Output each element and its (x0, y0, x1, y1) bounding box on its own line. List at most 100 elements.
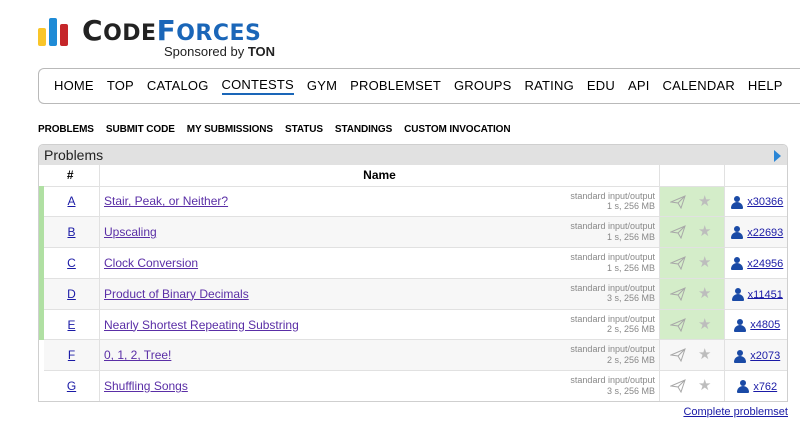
solved-count-cell: x762 (724, 370, 787, 401)
expand-arrow-icon[interactable] (774, 150, 781, 162)
problem-row: C Clock Conversion standard input/output 1 … (39, 247, 787, 279)
problem-name-cell: Nearly Shortest Repeating Substring stand… (99, 309, 660, 341)
problem-name-link[interactable]: Stair, Peak, or Neither? (104, 194, 228, 208)
user-icon (731, 257, 744, 271)
problem-actions-cell: ★ (659, 278, 725, 310)
problem-index-link[interactable]: G (67, 379, 76, 393)
user-icon (731, 287, 744, 301)
solved-count-link[interactable]: x24956 (747, 258, 783, 270)
problem-limits: standard input/output 3 s, 256 MB (570, 282, 655, 304)
user-icon (734, 349, 747, 363)
problem-row: G Shuffling Songs standard input/output 3 s… (41, 370, 787, 401)
solved-count-cell: x30366 (724, 186, 787, 218)
solved-count-link[interactable]: x30366 (747, 196, 783, 208)
problem-row: D Product of Binary Decimals standard inpu… (39, 278, 787, 310)
solved-count-link[interactable]: x2073 (750, 350, 780, 362)
solved-count-link[interactable]: x4805 (750, 319, 780, 331)
user-icon (734, 318, 747, 332)
problem-limits: standard input/output 1 s, 256 MB (570, 252, 655, 273)
problem-limits: standard input/output 2 s, 256 MB (570, 313, 655, 335)
submenu-item-submit-code[interactable]: SUBMIT CODE (106, 124, 175, 135)
solved-count-cell: x11451 (724, 278, 787, 310)
contest-submenu: PROBLEMS SUBMIT CODE MY SUBMISSIONS STATUS S… (38, 124, 522, 135)
problem-actions-cell: ★ (659, 186, 725, 218)
problem-index-link[interactable]: B (67, 225, 75, 239)
solved-count-link[interactable]: x22693 (747, 227, 783, 239)
problem-row: A Stair, Peak, or Neither? standard input/… (39, 186, 787, 218)
submit-plane-icon[interactable] (670, 348, 686, 363)
problem-index-link[interactable]: C (67, 256, 76, 270)
problem-index-cell: G (41, 370, 100, 401)
menu-item-gym[interactable]: GYM (307, 78, 337, 95)
menu-item-edu[interactable]: EDU (587, 78, 615, 95)
problem-index-cell: B (39, 216, 100, 249)
solved-count-link[interactable]: x762 (753, 381, 777, 393)
submenu-item-problems[interactable]: PROBLEMS (38, 124, 94, 135)
solved-count-cell: x2073 (724, 339, 787, 372)
problem-actions-cell: ★ (659, 309, 725, 341)
submenu-item-status[interactable]: STATUS (285, 124, 323, 135)
favourite-star-icon[interactable]: ★ (698, 224, 711, 239)
menu-item-rating[interactable]: RATING (525, 78, 574, 95)
submit-plane-icon[interactable] (670, 317, 686, 332)
menu-item-calendar[interactable]: CALENDAR (663, 78, 735, 95)
problem-name-cell: Stair, Peak, or Neither? standard input/o… (99, 186, 660, 218)
solved-count-cell: x22693 (724, 216, 787, 249)
problem-name-cell: Shuffling Songs standard input/output 3 s,… (99, 370, 660, 401)
submit-plane-icon[interactable] (670, 379, 686, 394)
menu-item-groups[interactable]: GROUPS (454, 78, 512, 95)
favourite-star-icon[interactable]: ★ (698, 286, 711, 301)
submit-plane-icon[interactable] (670, 225, 686, 240)
submenu-item-standings[interactable]: STANDINGS (335, 124, 392, 135)
submenu-item-custom-invocation[interactable]: CUSTOM INVOCATION (404, 124, 510, 135)
favourite-star-icon[interactable]: ★ (698, 378, 711, 393)
menu-item-catalog[interactable]: CATALOG (147, 78, 209, 95)
favourite-star-icon[interactable]: ★ (698, 317, 711, 332)
problem-index-link[interactable]: A (67, 194, 75, 208)
problem-actions-cell: ★ (659, 247, 725, 279)
codeforces-logo[interactable]: CODEFORCES Sponsored by TON (38, 14, 298, 62)
problem-name-link[interactable]: Clock Conversion (104, 256, 198, 270)
menu-item-help[interactable]: HELP (748, 78, 783, 95)
problem-name-link[interactable]: Upscaling (104, 225, 157, 239)
problem-index-link[interactable]: F (68, 348, 75, 362)
submenu-item-my-submissions[interactable]: MY SUBMISSIONS (187, 124, 273, 135)
logo-bars-icon (38, 18, 70, 46)
problem-index-link[interactable]: D (67, 287, 76, 301)
problems-table: # Name A Stair, Peak, or Neither? standard… (39, 165, 787, 401)
menu-item-home[interactable]: HOME (54, 78, 94, 95)
problem-index-cell: F (41, 339, 100, 372)
user-icon (731, 195, 744, 209)
problem-limits: standard input/output 3 s, 256 MB (570, 375, 655, 396)
complete-problemset-link[interactable]: Complete problemset (683, 406, 788, 418)
submit-plane-icon[interactable] (670, 256, 686, 271)
menu-item-top[interactable]: TOP (107, 78, 134, 95)
menu-item-contests[interactable]: CONTESTS (221, 77, 294, 95)
problem-name-link[interactable]: Nearly Shortest Repeating Substring (104, 318, 299, 332)
user-icon (737, 380, 750, 394)
problem-actions-cell: ★ (659, 370, 725, 401)
problem-index-cell: A (39, 186, 100, 218)
problem-name-link[interactable]: 0, 1, 2, Tree! (104, 348, 171, 362)
problem-index-link[interactable]: E (67, 318, 75, 332)
problem-name-cell: 0, 1, 2, Tree! standard input/output 2 s, … (99, 339, 660, 372)
problem-limits: standard input/output 1 s, 256 MB (570, 221, 655, 242)
solved-count-link[interactable]: x11451 (748, 288, 783, 300)
problem-row: B Upscaling standard input/output 1 s, 256 … (39, 216, 787, 249)
submit-plane-icon[interactable] (670, 194, 686, 209)
menu-item-problemset[interactable]: PROBLEMSET (350, 78, 441, 95)
favourite-star-icon[interactable]: ★ (698, 347, 711, 362)
problem-name-link[interactable]: Product of Binary Decimals (104, 287, 249, 301)
problem-index-cell: C (39, 247, 100, 279)
favourite-star-icon[interactable]: ★ (698, 194, 711, 209)
submit-plane-icon[interactable] (670, 286, 686, 301)
problem-name-cell: Upscaling standard input/output 1 s, 256 M… (99, 216, 660, 249)
problem-index-cell: E (39, 309, 100, 341)
problem-index-cell: D (39, 278, 100, 310)
favourite-star-icon[interactable]: ★ (698, 255, 711, 270)
problem-name-cell: Clock Conversion standard input/output 1 s… (99, 247, 660, 279)
problem-limits: standard input/output 2 s, 256 MB (570, 344, 655, 365)
problem-name-link[interactable]: Shuffling Songs (104, 379, 188, 393)
sponsor-line: Sponsored by TON (164, 44, 276, 59)
menu-item-api[interactable]: API (628, 78, 650, 95)
